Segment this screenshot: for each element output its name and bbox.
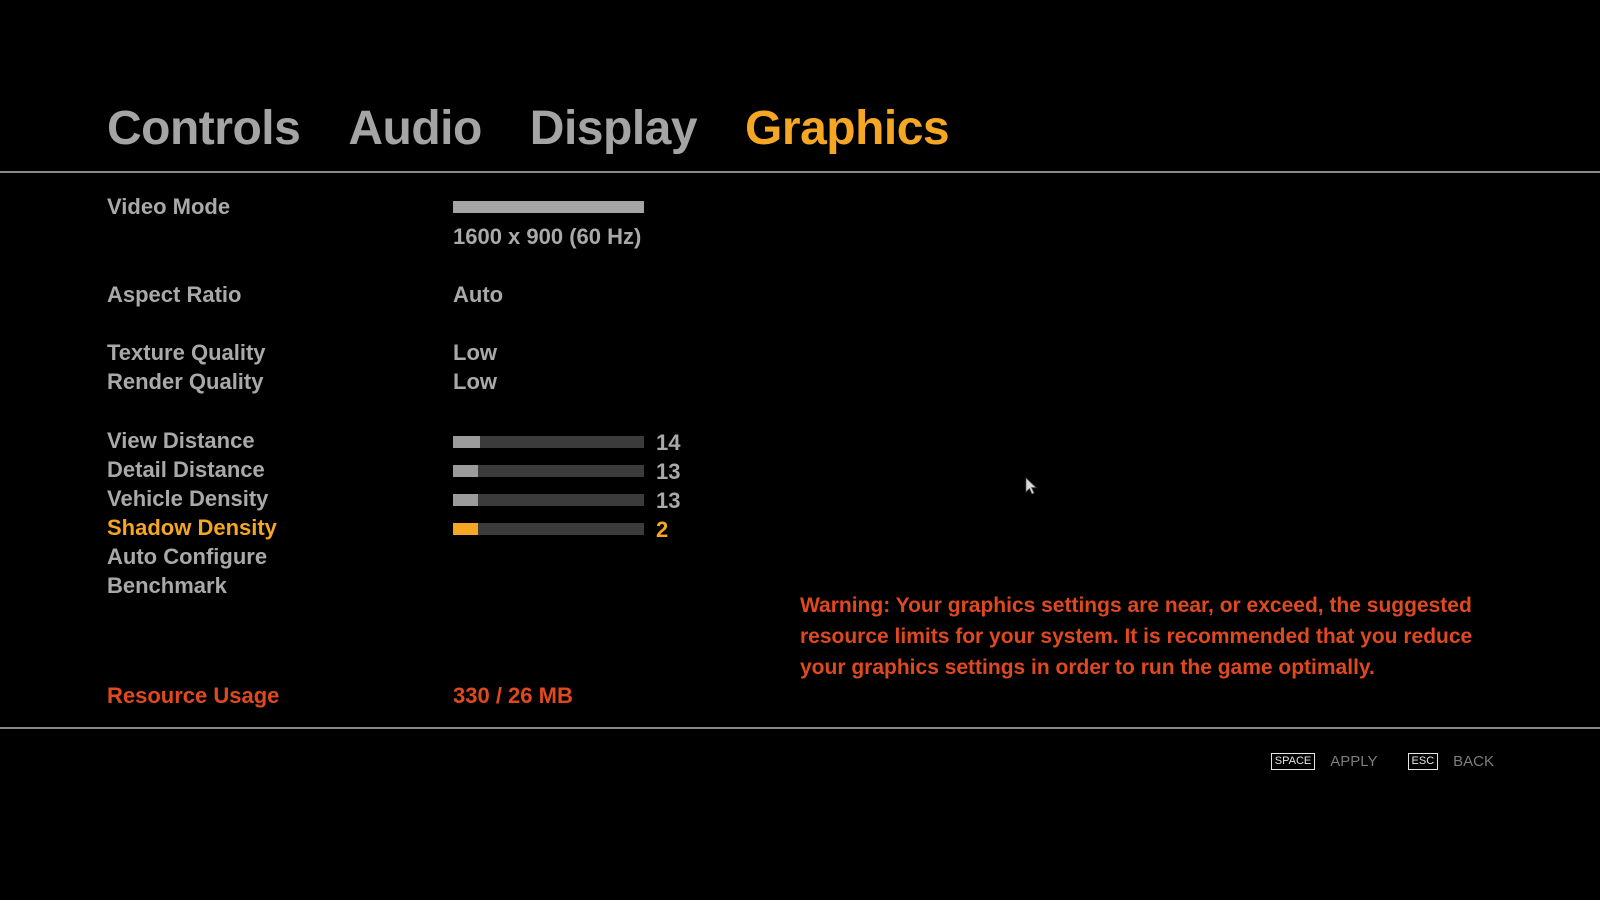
tab-display[interactable]: Display bbox=[530, 105, 698, 153]
view-distance-fill bbox=[453, 436, 480, 448]
back-button[interactable]: BACK bbox=[1453, 753, 1494, 770]
shadow-density-slider[interactable] bbox=[453, 523, 644, 535]
render-quality-label[interactable]: Render Quality bbox=[107, 371, 263, 393]
footer-controls: SPACE APPLY ESC BACK bbox=[1270, 753, 1494, 770]
shadow-density-fill bbox=[453, 523, 478, 535]
shadow-density-value: 2 bbox=[656, 517, 669, 542]
auto-configure-button[interactable]: Auto Configure bbox=[107, 546, 267, 568]
detail-distance-fill bbox=[453, 465, 478, 477]
vehicle-density-fill bbox=[453, 494, 478, 506]
render-quality-value[interactable]: Low bbox=[453, 371, 497, 393]
video-mode-value: 1600 x 900 (60 Hz) bbox=[453, 224, 642, 249]
tab-audio[interactable]: Audio bbox=[348, 105, 482, 153]
resource-usage-value: 330 / 26 MB bbox=[453, 683, 573, 708]
view-distance-value: 14 bbox=[656, 430, 681, 455]
vehicle-density-value: 13 bbox=[656, 488, 681, 513]
view-distance-slider[interactable] bbox=[453, 436, 644, 448]
benchmark-button[interactable]: Benchmark bbox=[107, 575, 227, 597]
video-mode-bar[interactable] bbox=[453, 201, 644, 213]
detail-distance-slider[interactable] bbox=[453, 465, 644, 477]
video-mode-label[interactable]: Video Mode bbox=[107, 196, 230, 218]
detail-distance-value: 13 bbox=[656, 459, 681, 484]
aspect-ratio-label[interactable]: Aspect Ratio bbox=[107, 284, 241, 306]
view-distance-label[interactable]: View Distance bbox=[107, 430, 255, 452]
settings-tabs: Controls Audio Display Graphics bbox=[107, 98, 997, 160]
aspect-ratio-value[interactable]: Auto bbox=[453, 284, 503, 306]
tab-graphics[interactable]: Graphics bbox=[745, 105, 950, 153]
mouse-cursor-icon bbox=[1025, 477, 1037, 495]
resource-usage-label: Resource Usage bbox=[107, 683, 280, 708]
vehicle-density-slider[interactable] bbox=[453, 494, 644, 506]
top-divider bbox=[0, 171, 1600, 173]
space-key-icon: SPACE bbox=[1270, 753, 1316, 770]
bottom-divider bbox=[0, 727, 1600, 729]
apply-button[interactable]: APPLY bbox=[1330, 753, 1377, 770]
texture-quality-value[interactable]: Low bbox=[453, 342, 497, 364]
detail-distance-label[interactable]: Detail Distance bbox=[107, 459, 265, 481]
resource-warning-text: Warning: Your graphics settings are near… bbox=[800, 594, 1473, 679]
shadow-density-label[interactable]: Shadow Density bbox=[107, 517, 277, 539]
tab-controls[interactable]: Controls bbox=[107, 105, 301, 153]
texture-quality-label[interactable]: Texture Quality bbox=[107, 342, 266, 364]
esc-key-icon: ESC bbox=[1407, 753, 1439, 770]
vehicle-density-label[interactable]: Vehicle Density bbox=[107, 488, 268, 510]
